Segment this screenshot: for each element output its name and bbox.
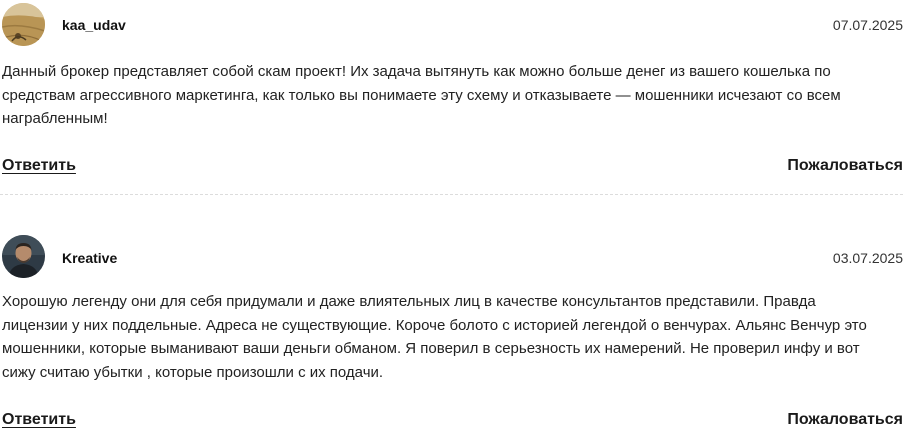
reply-link[interactable]: Ответить — [2, 157, 76, 175]
avatar[interactable] — [2, 235, 45, 278]
comment-author[interactable]: kaa_udav — [62, 17, 126, 33]
report-link[interactable]: Пожаловаться — [787, 157, 903, 175]
report-link[interactable]: Пожаловаться — [787, 411, 903, 429]
reply-link[interactable]: Ответить — [2, 411, 76, 429]
comment-divider — [0, 194, 903, 195]
comment-date: 03.07.2025 — [832, 250, 903, 266]
comment-date: 07.07.2025 — [832, 17, 903, 33]
comment-author[interactable]: Kreative — [62, 250, 117, 266]
person-avatar-icon — [2, 235, 45, 278]
comment-text: Данный брокер представляет собой скам пр… — [2, 63, 841, 127]
comment-text: Хорошую легенду они для себя придумали и… — [2, 293, 867, 381]
avatar[interactable] — [2, 3, 45, 46]
desert-avatar-icon — [2, 3, 45, 46]
